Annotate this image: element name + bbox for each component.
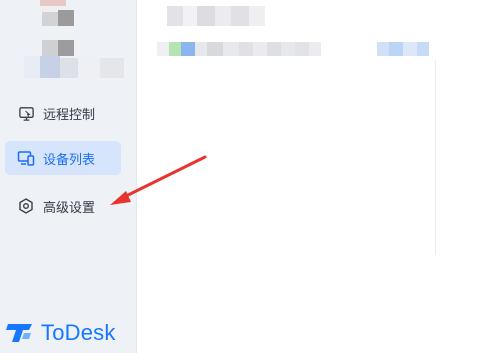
sidebar-item-advanced-settings[interactable]: 高级设置 — [5, 189, 121, 223]
sidebar-item-remote-control[interactable]: 远程控制 — [5, 96, 121, 130]
panel-divider — [435, 60, 436, 255]
sidebar-item-label: 远程控制 — [43, 107, 96, 123]
main-content — [137, 0, 500, 353]
sidebar: 远程控制 设备列表 高级设置 ToDesk — [0, 0, 137, 353]
sidebar-item-label: 高级设置 — [43, 200, 96, 216]
devices-icon — [17, 149, 35, 167]
todesk-logo-icon — [6, 324, 32, 342]
monitor-icon — [17, 104, 35, 122]
settings-icon — [17, 197, 35, 215]
brand-logo: ToDesk — [6, 320, 116, 346]
brand-name: ToDesk — [41, 320, 116, 345]
sidebar-item-device-list[interactable]: 设备列表 — [5, 141, 121, 175]
sidebar-item-label: 设备列表 — [43, 152, 96, 168]
